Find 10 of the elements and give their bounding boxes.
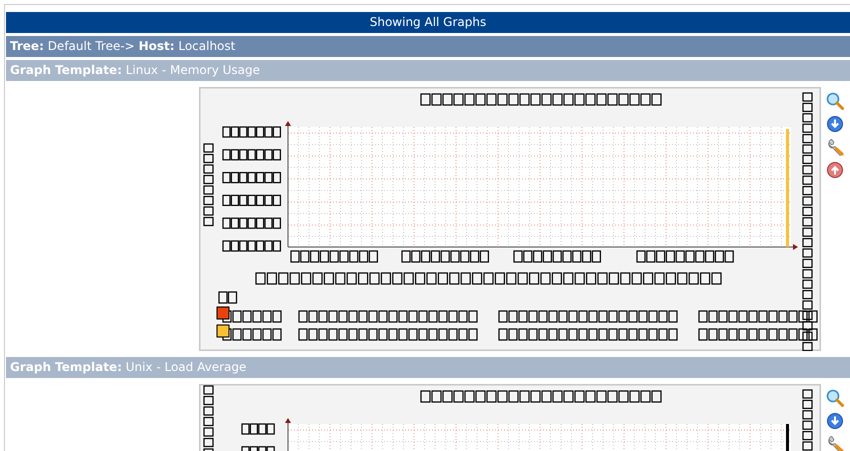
download-icon[interactable]: [826, 115, 844, 133]
wrench-icon[interactable]: [826, 435, 844, 451]
header-bar: Showing All Graphs: [6, 12, 850, 33]
graph-template-bar: Graph Template: Unix - Load Average: [6, 357, 850, 378]
breadcrumb-bar: Tree: Default Tree-> Host: Localhost: [6, 36, 850, 57]
wrench-icon[interactable]: [826, 138, 844, 156]
graph-template-bar: Graph Template: Linux - Memory Usage: [6, 60, 850, 81]
zoom-icon[interactable]: [826, 389, 844, 407]
zoom-icon[interactable]: [826, 92, 844, 110]
download-icon[interactable]: [826, 412, 844, 430]
